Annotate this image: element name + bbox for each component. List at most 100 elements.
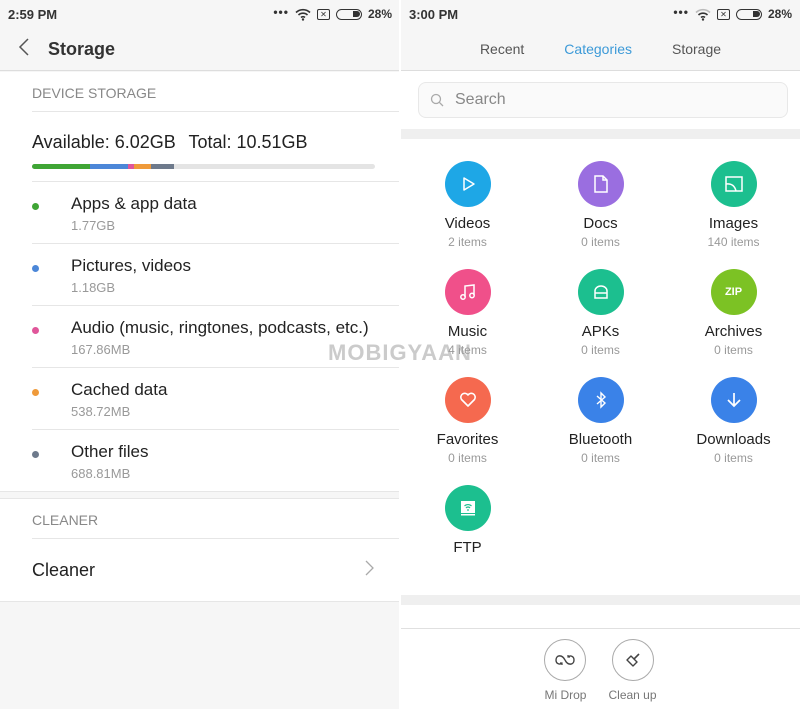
section-divider bbox=[401, 595, 800, 605]
status-time: 3:00 PM bbox=[409, 6, 459, 22]
cleaner-label: Cleaner bbox=[32, 559, 96, 580]
page-title: Storage bbox=[48, 38, 116, 59]
category-count: 0 items bbox=[448, 451, 487, 465]
category-archives[interactable]: ZIP Archives 0 items bbox=[667, 269, 800, 362]
android-icon bbox=[577, 269, 624, 315]
category-count: 0 items bbox=[714, 343, 753, 357]
storage-settings-screen: 2:59 PM ••• ✕ 28% Storage DEVICE STORAGE… bbox=[0, 0, 400, 709]
category-name: Pictures, videos bbox=[71, 256, 191, 275]
cleaner-item[interactable]: Cleaner bbox=[32, 539, 400, 601]
storage-category-item[interactable]: Apps & app data 1.77GB bbox=[32, 181, 400, 243]
search-input[interactable] bbox=[455, 91, 755, 109]
chevron-left-icon bbox=[18, 38, 29, 56]
battery-percent: 28% bbox=[367, 7, 392, 21]
category-docs[interactable]: Docs 0 items bbox=[534, 161, 667, 254]
bottom-action-bar: Mi Drop Clean up bbox=[401, 628, 800, 709]
tab-bar: Recent Categories Storage bbox=[401, 28, 800, 71]
image-icon bbox=[710, 161, 757, 207]
no-sim-icon: ✕ bbox=[316, 8, 330, 20]
storage-content: DEVICE STORAGE Available: 6.02GB Total: … bbox=[0, 72, 400, 701]
category-name: Cached data bbox=[71, 380, 168, 399]
category-count: 0 items bbox=[714, 451, 753, 465]
app-bar: Storage bbox=[0, 28, 400, 71]
category-count: 4 items bbox=[448, 343, 487, 357]
category-apks[interactable]: APKs 0 items bbox=[534, 269, 667, 362]
category-downloads[interactable]: Downloads 0 items bbox=[667, 377, 800, 470]
mi-drop-button[interactable]: Mi Drop bbox=[544, 639, 586, 709]
category-name: Apps & app data bbox=[71, 194, 197, 213]
category-name: Docs bbox=[583, 215, 618, 232]
color-dot-icon bbox=[32, 327, 39, 334]
usage-segment bbox=[89, 164, 129, 169]
file-manager-screen: 3:00 PM ••• ✕ 28% Recent Categories Storag… bbox=[401, 0, 800, 709]
more-notifications-icon: ••• bbox=[673, 4, 689, 19]
usage-segment bbox=[32, 164, 90, 169]
storage-category-item[interactable]: Cached data 538.72MB bbox=[32, 367, 400, 429]
back-button[interactable] bbox=[0, 35, 48, 63]
storage-summary: Available: 6.02GB Total: 10.51GB bbox=[32, 112, 400, 153]
tab-storage[interactable]: Storage bbox=[672, 41, 721, 57]
clean-up-button[interactable]: Clean up bbox=[608, 639, 657, 709]
device-storage-header: DEVICE STORAGE bbox=[32, 72, 400, 112]
category-bluetooth[interactable]: Bluetooth 0 items bbox=[534, 377, 667, 470]
section-divider bbox=[0, 491, 400, 499]
category-name: Downloads bbox=[696, 431, 771, 448]
category-favorites[interactable]: Favorites 0 items bbox=[401, 377, 534, 470]
wifi-icon bbox=[295, 8, 311, 21]
cleaner-header: CLEANER bbox=[32, 499, 400, 539]
action-label: Mi Drop bbox=[544, 688, 587, 702]
brush-icon bbox=[611, 639, 654, 681]
search-bar[interactable] bbox=[418, 82, 788, 118]
more-notifications-icon: ••• bbox=[273, 4, 289, 19]
chevron-right-icon bbox=[365, 560, 374, 581]
usage-segment bbox=[150, 164, 174, 169]
category-size: 688.81MB bbox=[71, 466, 131, 481]
ftp-icon bbox=[444, 485, 491, 531]
category-name: Favorites bbox=[436, 431, 499, 448]
category-name: Videos bbox=[444, 215, 491, 232]
category-music[interactable]: Music 4 items bbox=[401, 269, 534, 362]
color-dot-icon bbox=[32, 451, 39, 458]
category-videos[interactable]: Videos 2 items bbox=[401, 161, 534, 254]
category-count: 140 items bbox=[707, 235, 760, 249]
category-ftp[interactable]: FTP bbox=[401, 485, 534, 578]
category-name: APKs bbox=[581, 323, 620, 340]
status-bar: 2:59 PM ••• ✕ 28% bbox=[0, 0, 400, 28]
status-time: 2:59 PM bbox=[8, 6, 58, 22]
storage-category-item[interactable]: Other files 688.81MB bbox=[32, 429, 400, 491]
category-name: Bluetooth bbox=[568, 431, 633, 448]
search-icon bbox=[419, 93, 455, 107]
category-size: 538.72MB bbox=[71, 404, 131, 419]
category-size: 1.77GB bbox=[71, 218, 116, 233]
category-name: Images bbox=[708, 215, 759, 232]
category-size: 167.86MB bbox=[71, 342, 131, 357]
music-note-icon bbox=[444, 269, 491, 315]
category-images[interactable]: Images 140 items bbox=[667, 161, 800, 254]
category-size: 1.18GB bbox=[71, 280, 116, 295]
category-count: 0 items bbox=[581, 451, 620, 465]
usage-segment bbox=[133, 164, 151, 169]
mi-drop-icon bbox=[544, 639, 587, 681]
status-bar: 3:00 PM ••• ✕ 28% bbox=[401, 0, 800, 28]
battery-percent: 28% bbox=[767, 7, 792, 21]
category-name: Other files bbox=[71, 442, 149, 461]
document-icon bbox=[577, 161, 624, 207]
heart-icon bbox=[444, 377, 491, 423]
storage-category-item[interactable]: Pictures, videos 1.18GB bbox=[32, 243, 400, 305]
color-dot-icon bbox=[32, 265, 39, 272]
total-storage: Total: 10.51GB bbox=[188, 132, 308, 152]
category-count: 2 items bbox=[448, 235, 487, 249]
available-storage: Available: 6.02GB bbox=[32, 132, 176, 152]
storage-category-item[interactable]: Audio (music, ringtones, podcasts, etc.)… bbox=[32, 305, 400, 367]
color-dot-icon bbox=[32, 389, 39, 396]
tab-recent[interactable]: Recent bbox=[480, 41, 524, 57]
action-label: Clean up bbox=[608, 688, 657, 702]
battery-icon bbox=[335, 8, 362, 20]
category-name: FTP bbox=[453, 539, 482, 556]
category-name: Music bbox=[447, 323, 488, 340]
storage-category-list: Apps & app data 1.77GB Pictures, videos 1.1… bbox=[0, 181, 400, 491]
tab-categories[interactable]: Categories bbox=[564, 41, 632, 57]
section-divider bbox=[401, 129, 800, 139]
download-icon bbox=[710, 377, 757, 423]
zip-icon: ZIP bbox=[710, 269, 757, 315]
